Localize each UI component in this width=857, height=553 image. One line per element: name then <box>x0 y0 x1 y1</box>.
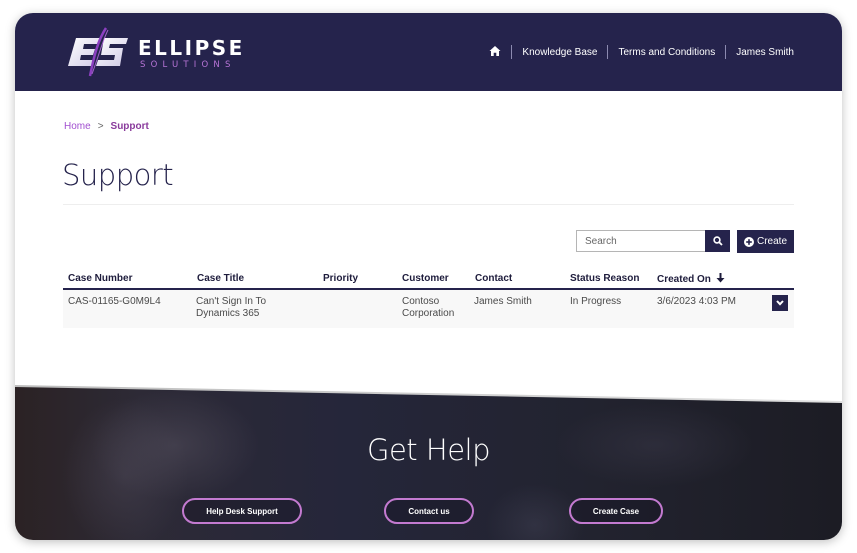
column-header-created-on-label: Created On <box>657 274 711 285</box>
home-icon <box>489 45 501 56</box>
cell-customer-line2: Corporation <box>402 308 455 319</box>
search-input[interactable] <box>576 230 706 252</box>
cell-case-number[interactable]: CAS-01165-G0M9L4 <box>68 296 161 308</box>
cell-case-title[interactable]: Can't Sign In To Dynamics 365 <box>196 296 266 320</box>
chevron-down-icon <box>776 300 784 306</box>
help-desk-support-button[interactable]: Help Desk Support <box>182 498 302 524</box>
cell-customer: Contoso Corporation <box>402 296 454 320</box>
column-header-customer[interactable]: Customer <box>402 273 449 284</box>
cell-case-title-line1: Can't Sign In To <box>196 296 267 307</box>
column-header-contact[interactable]: Contact <box>475 273 512 284</box>
cases-table: Case Number Case Title Priority Customer… <box>63 268 794 328</box>
get-help-title: Get Help <box>366 433 491 467</box>
cell-contact: James Smith <box>474 296 532 307</box>
breadcrumb-home-link[interactable]: Home <box>64 121 91 132</box>
nav-user-menu[interactable]: James Smith <box>726 47 804 58</box>
column-header-case-title[interactable]: Case Title <box>197 273 244 284</box>
create-button-label: Create <box>756 236 787 247</box>
browser-window: ELLIPSE SOLUTIONS Knowledge Base Terms a… <box>15 13 842 540</box>
cell-status-reason: In Progress <box>570 296 622 307</box>
search-button[interactable] <box>705 230 730 252</box>
breadcrumb-separator: > <box>97 121 104 132</box>
nav-knowledge-base[interactable]: Knowledge Base <box>512 47 607 58</box>
column-header-priority[interactable]: Priority <box>323 273 358 284</box>
column-header-case-number[interactable]: Case Number <box>68 273 132 284</box>
nav-home[interactable] <box>479 45 511 60</box>
top-nav: Knowledge Base Terms and Conditions Jame… <box>479 44 804 60</box>
cell-created-on: 3/6/2023 4:03 PM <box>657 296 736 307</box>
title-divider <box>63 204 794 205</box>
create-button[interactable]: Create <box>737 230 794 253</box>
breadcrumb: Home > Support <box>64 121 149 132</box>
search-icon <box>712 236 723 246</box>
site-header: ELLIPSE SOLUTIONS Knowledge Base Terms a… <box>15 13 842 91</box>
logo[interactable]: ELLIPSE SOLUTIONS <box>68 26 258 78</box>
row-actions-button[interactable] <box>772 295 788 311</box>
table-row[interactable]: CAS-01165-G0M9L4 Can't Sign In To Dynami… <box>63 290 794 328</box>
breadcrumb-current: Support <box>110 121 149 132</box>
page-title: Support <box>62 158 174 192</box>
nav-terms-and-conditions[interactable]: Terms and Conditions <box>608 47 725 58</box>
contact-us-button[interactable]: Contact us <box>384 498 474 524</box>
brand-tagline: SOLUTIONS <box>140 60 236 70</box>
table-header: Case Number Case Title Priority Customer… <box>63 268 794 290</box>
cell-customer-line1: Contoso <box>402 296 440 307</box>
logo-mark-icon <box>68 27 128 77</box>
plus-circle-icon <box>743 236 754 247</box>
column-header-status-reason[interactable]: Status Reason <box>570 273 639 284</box>
column-header-created-on[interactable]: Created On <box>657 273 725 285</box>
sort-descending-icon <box>716 273 725 283</box>
brand-name: ELLIPSE <box>138 36 245 60</box>
cell-case-title-line2: Dynamics 365 <box>196 308 260 319</box>
create-case-button[interactable]: Create Case <box>569 498 663 524</box>
